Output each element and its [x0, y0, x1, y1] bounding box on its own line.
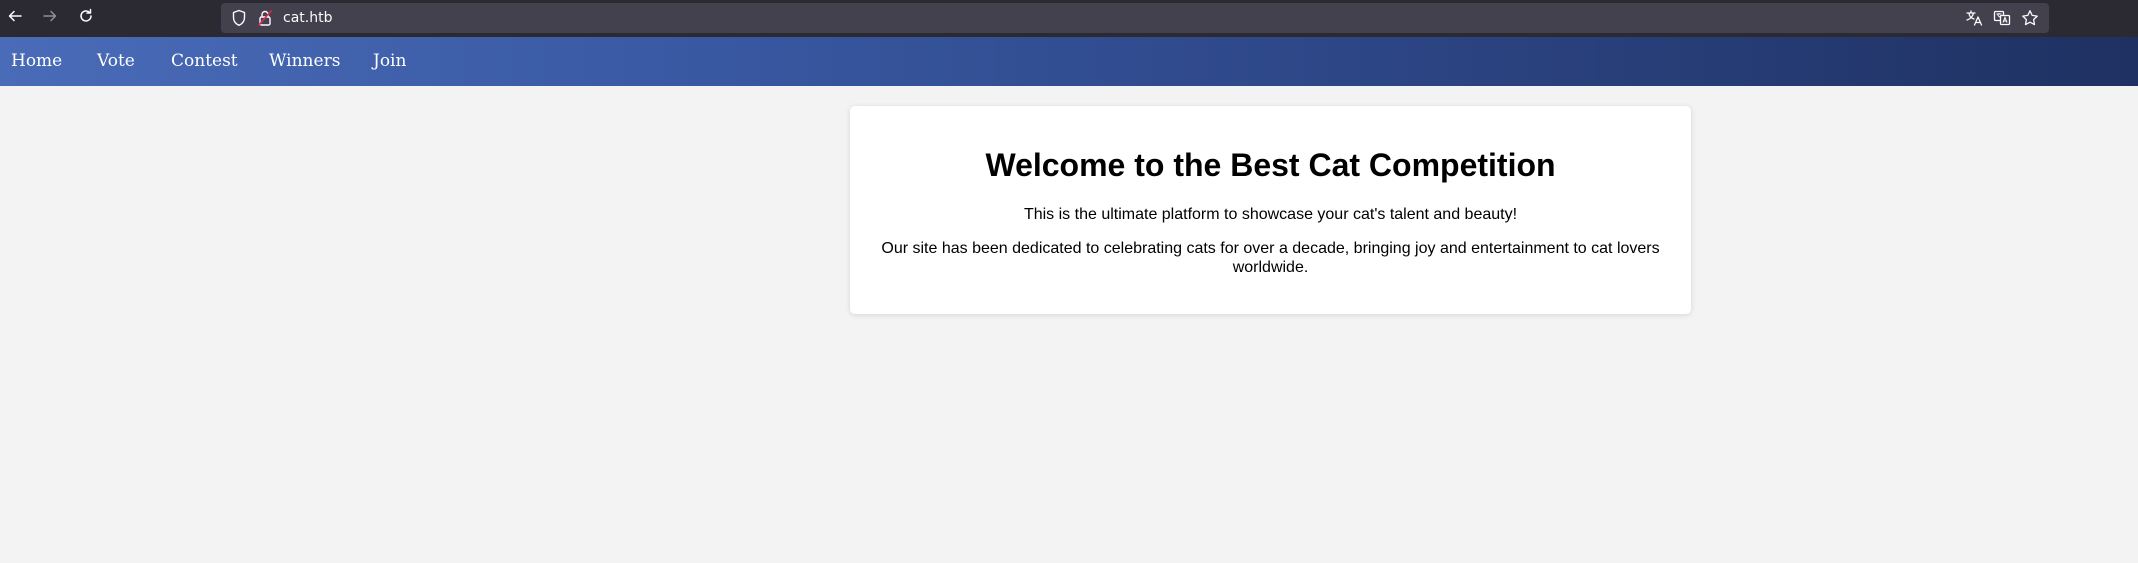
- shield-icon[interactable]: [231, 9, 247, 27]
- welcome-card: Welcome to the Best Cat Competition This…: [850, 106, 1691, 314]
- browser-toolbar: cat.htb: [0, 0, 2138, 37]
- reader-translate-icon[interactable]: [1993, 9, 2011, 27]
- insecure-lock-icon[interactable]: [257, 9, 273, 27]
- intro-text: This is the ultimate platform to showcas…: [1023, 206, 1518, 223]
- bookmark-star-icon[interactable]: [2021, 9, 2039, 27]
- site-navbar: Home Vote Contest Winners Join: [0, 37, 2138, 86]
- nav-winners-link[interactable]: Winners: [269, 51, 340, 71]
- back-arrow-icon[interactable]: [5, 6, 25, 26]
- reload-icon[interactable]: [76, 6, 96, 26]
- address-bar[interactable]: cat.htb: [221, 3, 2049, 33]
- translate-icon[interactable]: [1965, 9, 1983, 27]
- description-text: Our site has been dedicated to celebrati…: [881, 240, 1660, 276]
- nav-vote-link[interactable]: Vote: [97, 51, 135, 71]
- forward-arrow-icon[interactable]: [40, 6, 60, 26]
- nav-home-link[interactable]: Home: [11, 51, 62, 71]
- nav-contest-link[interactable]: Contest: [171, 51, 238, 71]
- url-text[interactable]: cat.htb: [283, 10, 332, 26]
- nav-join-link[interactable]: Join: [373, 51, 406, 71]
- page-title: Welcome to the Best Cat Competition: [985, 147, 1556, 183]
